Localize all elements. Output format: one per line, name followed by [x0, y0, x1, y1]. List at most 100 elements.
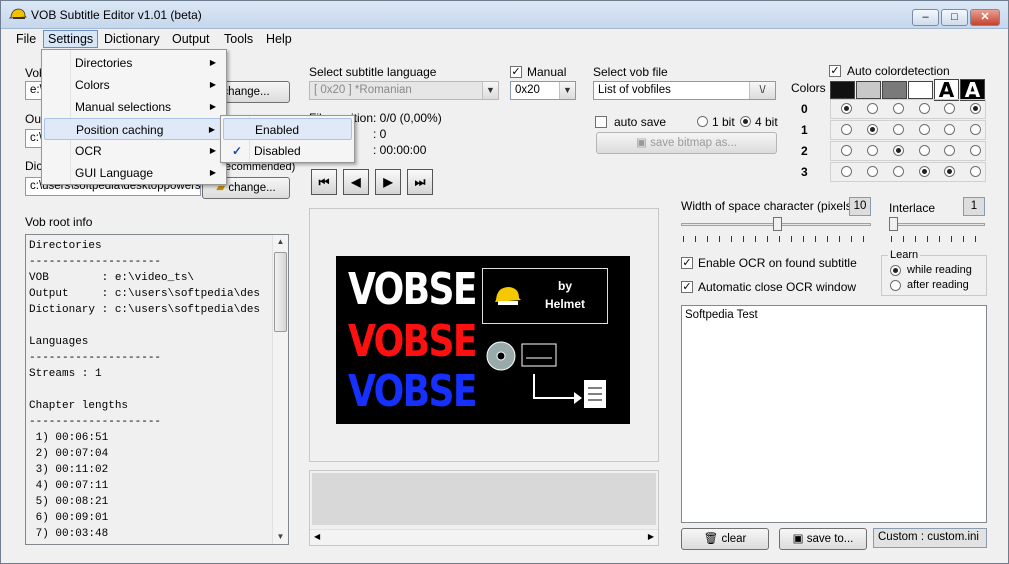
bit1-radio[interactable]	[697, 116, 708, 127]
logo-line-red: VOBSE	[348, 316, 478, 367]
ocr-text-area[interactable]: Softpedia Test	[681, 305, 987, 523]
menu-item-directories[interactable]: Directories ▶	[44, 52, 224, 74]
while-reading-radio[interactable]	[890, 265, 901, 276]
color-radio[interactable]	[944, 103, 955, 114]
color-radio[interactable]	[970, 166, 981, 177]
interlace-slider[interactable]	[889, 217, 985, 233]
color-radio[interactable]	[944, 166, 955, 177]
space-width-value: 10	[849, 197, 871, 216]
root-info-text: Directories -------------------- VOB : e…	[29, 240, 261, 540]
menu-item-gui-language-label: GUI Language	[75, 166, 154, 180]
color-radio[interactable]	[893, 124, 904, 135]
enable-ocr-checkbox[interactable]: ✓	[681, 257, 693, 269]
menu-item-gui-language[interactable]: GUI Language ▶	[44, 162, 224, 184]
bit4-label: 4 bit	[755, 115, 778, 129]
color-radio[interactable]	[867, 103, 878, 114]
subtitle-text-box[interactable]: ◀ ▶	[309, 470, 659, 546]
interlace-value: 1	[963, 197, 985, 216]
color-radio[interactable]	[919, 145, 930, 156]
menu-help[interactable]: Help	[262, 31, 296, 47]
learn-label: Learn	[888, 249, 921, 261]
menu-settings[interactable]: Settings	[43, 30, 99, 48]
manual-stream-select[interactable]: 0x20 ▼	[510, 81, 576, 100]
submenu-item-disabled[interactable]: ✓ Disabled	[223, 140, 352, 162]
auto-color-checkbox[interactable]: ✓	[829, 65, 841, 77]
menu-file[interactable]: File	[12, 31, 40, 47]
scroll-down-arrow-icon[interactable]: ▼	[273, 530, 288, 544]
color-radio[interactable]	[970, 124, 981, 135]
space-width-slider[interactable]	[681, 217, 871, 233]
color-radio[interactable]	[841, 103, 852, 114]
color-radio[interactable]	[867, 145, 878, 156]
color-swatch[interactable]	[830, 81, 855, 99]
color-radio[interactable]	[944, 124, 955, 135]
color-radio[interactable]	[893, 103, 904, 114]
color-radio[interactable]	[970, 103, 981, 114]
auto-save-checkbox[interactable]	[595, 116, 607, 128]
horizontal-scrollbar[interactable]: ◀ ▶	[310, 529, 658, 545]
save-bitmap-button[interactable]: ▣ save bitmap as...	[596, 132, 777, 154]
menu-item-colors-label: Colors	[75, 78, 110, 92]
color-radio[interactable]	[841, 145, 852, 156]
menu-dictionary[interactable]: Dictionary	[100, 31, 164, 47]
color-row-label: 0	[801, 102, 808, 116]
minimize-button[interactable]: –	[912, 9, 939, 26]
menu-tools[interactable]: Tools	[220, 31, 257, 47]
vob-file-label: Select vob file	[593, 65, 668, 79]
color-radio[interactable]	[919, 166, 930, 177]
color-radio[interactable]	[970, 145, 981, 156]
menu-item-colors[interactable]: Colors ▶	[44, 74, 224, 96]
color-radio[interactable]	[919, 103, 930, 114]
color-radio[interactable]	[841, 124, 852, 135]
auto-close-ocr-checkbox[interactable]: ✓	[681, 281, 693, 293]
color-radio[interactable]	[841, 166, 852, 177]
first-button[interactable]: ⏮	[311, 169, 337, 195]
clear-button[interactable]: 🗑 clear	[681, 528, 769, 550]
scroll-thumb[interactable]	[274, 252, 287, 332]
logo-line-white: VOBSE	[348, 264, 478, 315]
color-radio[interactable]	[919, 124, 930, 135]
menu-output[interactable]: Output	[168, 31, 214, 47]
bit4-radio[interactable]	[740, 116, 751, 127]
maximize-button[interactable]: □	[941, 9, 968, 26]
close-button[interactable]: ✕	[970, 9, 1000, 26]
submenu-arrow-icon: ▶	[208, 125, 215, 134]
menu-item-position-caching[interactable]: Position caching ▶	[44, 118, 224, 140]
scroll-left-arrow-icon[interactable]: ◀	[314, 532, 320, 541]
color-radio[interactable]	[893, 166, 904, 177]
next-button[interactable]: ▶	[375, 169, 401, 195]
color-radio[interactable]	[867, 166, 878, 177]
color-swatch[interactable]	[882, 81, 907, 99]
learn-group: Learn while reading after reading	[881, 249, 987, 296]
save-to-button[interactable]: ▣ save to...	[779, 528, 867, 550]
change-dictionary-label: change...	[228, 182, 276, 194]
color-swatch[interactable]	[856, 81, 881, 99]
menu-item-ocr-label: OCR	[75, 144, 102, 158]
slider-handle[interactable]	[889, 217, 898, 231]
after-reading-radio[interactable]	[890, 280, 901, 291]
vob-file-select[interactable]: List of vobfiles \/	[593, 81, 776, 100]
scroll-right-arrow-icon[interactable]: ▶	[648, 532, 654, 541]
color-radio[interactable]	[944, 145, 955, 156]
arrow-right-icon: ▶	[383, 175, 393, 189]
auto-color-label: Auto colordetection	[847, 64, 950, 78]
previous-button[interactable]: ◀	[343, 169, 369, 195]
root-info-textarea[interactable]: Directories -------------------- VOB : e…	[25, 234, 289, 545]
last-button[interactable]: ⏭	[407, 169, 433, 195]
submenu-arrow-icon: ▶	[209, 58, 216, 67]
logo-author-box: by Helmet	[482, 268, 608, 324]
slider-handle[interactable]	[773, 217, 782, 231]
submenu-item-enabled-label: Enabled	[255, 123, 300, 137]
color-swatch[interactable]	[908, 81, 933, 99]
custom-ini-status: Custom : custom.ini	[873, 528, 987, 548]
menu-item-manual-selections[interactable]: Manual selections ▶	[44, 96, 224, 118]
scroll-up-arrow-icon[interactable]: ▲	[273, 235, 288, 249]
menu-item-ocr[interactable]: OCR ▶	[44, 140, 224, 162]
helmet-icon	[495, 287, 521, 305]
color-radio[interactable]	[867, 124, 878, 135]
root-info-scrollbar[interactable]: ▲ ▼	[272, 235, 288, 544]
subtitle-language-select[interactable]: [ 0x20 ] *Romanian ▼	[309, 81, 499, 100]
manual-checkbox[interactable]: ✓	[510, 66, 522, 78]
color-radio[interactable]	[893, 145, 904, 156]
submenu-item-enabled[interactable]: Enabled	[223, 118, 352, 140]
